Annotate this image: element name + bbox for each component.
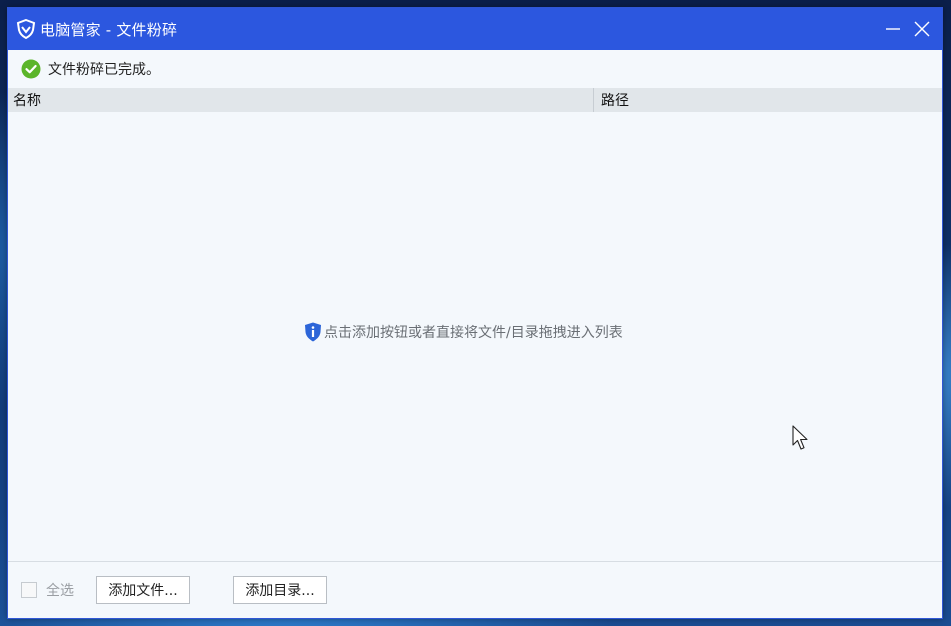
- title-bar[interactable]: 电脑管家 - 文件粉碎: [8, 8, 942, 50]
- empty-list-hint-text: 点击添加按钮或者直接将文件/目录拖拽进入列表: [324, 325, 623, 341]
- window-title: 电脑管家 - 文件粉碎: [40, 20, 178, 39]
- empty-list-hint: 点击添加按钮或者直接将文件/目录拖拽进入列表: [304, 322, 623, 342]
- minimize-button[interactable]: [880, 16, 906, 42]
- close-icon: [914, 21, 930, 37]
- app-shield-icon: [15, 18, 37, 40]
- file-list[interactable]: 点击添加按钮或者直接将文件/目录拖拽进入列表: [8, 112, 942, 561]
- file-shredder-window: 电脑管家 - 文件粉碎 文件粉碎已完成。 名称 路径 点击添加按钮或者直接将文件…: [7, 7, 943, 619]
- mouse-cursor-icon: [792, 425, 808, 450]
- add-file-button[interactable]: 添加文件...: [96, 576, 190, 604]
- status-message: 文件粉碎已完成。: [48, 62, 160, 78]
- list-header: 名称 路径: [8, 88, 942, 112]
- close-button[interactable]: [909, 16, 935, 42]
- status-bar: 文件粉碎已完成。: [8, 50, 942, 88]
- footer-bar: 全选 添加文件... 添加目录...: [8, 561, 942, 618]
- info-shield-icon: [304, 322, 322, 342]
- column-header-name[interactable]: 名称: [8, 88, 594, 112]
- check-circle-icon: [21, 59, 41, 79]
- select-all-label[interactable]: 全选: [46, 580, 74, 600]
- column-header-path[interactable]: 路径: [594, 88, 942, 112]
- select-all-checkbox[interactable]: [21, 582, 37, 598]
- minimize-icon: [886, 28, 900, 30]
- add-directory-button[interactable]: 添加目录...: [233, 576, 327, 604]
